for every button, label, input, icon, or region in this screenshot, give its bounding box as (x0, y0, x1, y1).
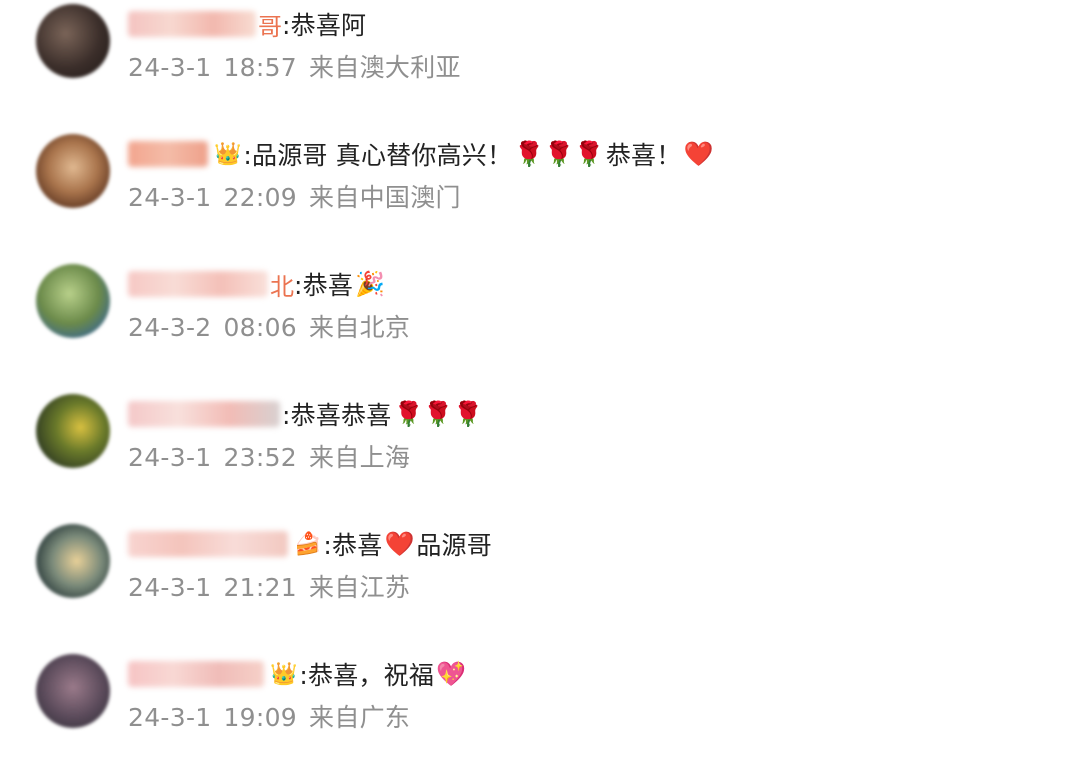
comment-meta: 24-3-1 23:52 来自上海 (128, 438, 422, 474)
comment-time: 08:06 (223, 313, 298, 342)
comment-text: :恭喜 (323, 531, 383, 560)
sparkling-heart-emoji-icon: 💖 (436, 660, 466, 688)
username-blurred[interactable] (128, 401, 280, 427)
rose-emoji-icon: 🌹🌹🌹 (514, 140, 604, 168)
rose-emoji-icon: 🌹🌹🌹 (393, 400, 484, 428)
comment-date: 24-3-1 (128, 443, 212, 472)
comment-meta: 24-3-1 19:09 来自广东 (128, 698, 422, 734)
comment-location: 来自广东 (309, 703, 411, 732)
comment-location: 来自北京 (309, 313, 411, 342)
crown-badge-icon: 👑 (270, 661, 298, 687)
comment-meta: 24-3-2 08:06 来自北京 (128, 308, 422, 344)
heart-emoji-icon: ❤️ (384, 530, 415, 558)
comment-date: 24-3-1 (128, 183, 212, 212)
comment-text-2: 品源哥 (416, 531, 492, 560)
comment-item: 👑 :恭喜，祝福 💖 24-3-1 19:09 来自广东 (0, 650, 1080, 780)
avatar[interactable] (36, 524, 110, 598)
comment-time: 23:52 (223, 443, 298, 472)
comment-date: 24-3-1 (128, 573, 212, 602)
comment-text: :恭喜 (294, 271, 354, 300)
comment-meta: 24-3-1 21:21 来自江苏 (128, 568, 422, 604)
comment-item: 🍰 :恭喜 ❤️ 品源哥 24-3-1 21:21 来自江苏 (0, 520, 1080, 650)
comment-text-2: 恭喜！ (605, 141, 682, 170)
username-blurred[interactable] (128, 531, 288, 557)
username-tail[interactable]: 北 (270, 267, 294, 302)
comment-date: 24-3-2 (128, 313, 212, 342)
comment-meta: 24-3-1 22:09 来自中国澳门 (128, 178, 473, 214)
comment-date: 24-3-1 (128, 53, 212, 82)
comment-text: :恭喜恭喜 (282, 401, 392, 430)
vip-badge-icon: 👑 (214, 141, 242, 167)
avatar[interactable] (36, 654, 110, 728)
username-tail[interactable]: 哥 (258, 7, 282, 42)
username-blurred[interactable] (128, 271, 268, 297)
comment-location: 来自上海 (309, 443, 411, 472)
comment-time: 22:09 (223, 183, 298, 212)
avatar[interactable] (36, 264, 110, 338)
party-popper-emoji-icon: 🎉 (355, 270, 385, 298)
username-blurred[interactable] (128, 141, 208, 167)
comment-time: 19:09 (223, 703, 298, 732)
comment-location: 来自中国澳门 (309, 183, 461, 212)
heart-emoji-icon: ❤️ (683, 140, 714, 168)
comment-meta: 24-3-1 18:57 来自澳大利亚 (128, 48, 473, 84)
comment-time: 18:57 (223, 53, 298, 82)
avatar[interactable] (36, 134, 110, 208)
comment-item: 北 :恭喜 🎉 24-3-2 08:06 来自北京 (0, 260, 1080, 390)
username-blurred[interactable] (128, 661, 264, 687)
comment-text: :恭喜，祝福 (299, 661, 435, 690)
comment-date: 24-3-1 (128, 703, 212, 732)
avatar[interactable] (36, 394, 110, 468)
username-blurred[interactable] (128, 11, 256, 37)
comment-text: :恭喜阿 (282, 11, 367, 40)
comment-location: 来自澳大利亚 (309, 53, 461, 82)
comment-item: :恭喜恭喜 🌹🌹🌹 24-3-1 23:52 来自上海 (0, 390, 1080, 520)
comment-item: 👑 :品源哥 真心替你高兴！ 🌹🌹🌹 恭喜！ ❤️ 24-3-1 22:09 来自中… (0, 130, 1080, 260)
comment-item: 哥 :恭喜阿 24-3-1 18:57 来自澳大利亚 (0, 0, 1080, 130)
comment-text: :品源哥 真心替你高兴！ (243, 141, 513, 170)
comment-time: 21:21 (223, 573, 298, 602)
avatar[interactable] (36, 4, 110, 78)
comment-location: 来自江苏 (309, 573, 411, 602)
cake-badge-icon: 🍰 (294, 531, 322, 557)
